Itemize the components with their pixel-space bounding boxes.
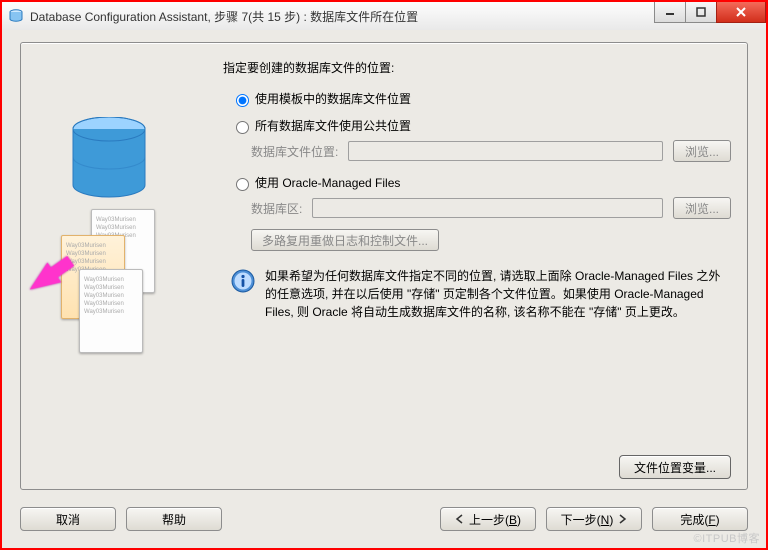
common-location-input[interactable] <box>348 141 663 161</box>
arrow-icon <box>23 263 61 300</box>
help-button[interactable]: 帮助 <box>126 507 222 531</box>
cancel-button[interactable]: 取消 <box>20 507 116 531</box>
radio-template-label: 使用模板中的数据库文件位置 <box>255 90 411 107</box>
omf-area-input[interactable] <box>312 198 663 218</box>
radio-template[interactable] <box>236 94 249 107</box>
wizard-nav: 取消 帮助 上一步(B) 下一步(N) 完成(F) <box>20 504 748 534</box>
common-browse-button[interactable]: 浏览... <box>673 140 731 162</box>
radio-common[interactable] <box>236 121 249 134</box>
omf-field-label: 数据库区: <box>251 200 302 217</box>
back-button[interactable]: 上一步(B) <box>440 507 536 531</box>
finish-button[interactable]: 完成(F) <box>652 507 748 531</box>
app-icon <box>8 8 24 24</box>
window-title: Database Configuration Assistant, 步骤 7(共… <box>30 8 418 25</box>
chevron-left-icon <box>455 514 465 524</box>
main-panel: Way03MurisenWay03MurisenWay03Murisen Way… <box>20 42 748 490</box>
page-heading: 指定要创建的数据库文件的位置: <box>223 59 731 76</box>
maximize-button[interactable] <box>685 2 717 23</box>
chevron-right-icon <box>617 514 627 524</box>
radio-omf-label: 使用 Oracle-Managed Files <box>255 174 400 191</box>
wizard-image: Way03MurisenWay03MurisenWay03Murisen Way… <box>33 99 183 439</box>
minimize-button[interactable] <box>654 2 686 23</box>
omf-browse-button[interactable]: 浏览... <box>673 197 731 219</box>
window-controls <box>655 2 766 22</box>
radio-omf[interactable] <box>236 178 249 191</box>
close-button[interactable] <box>716 2 766 23</box>
titlebar: Database Configuration Assistant, 步骤 7(共… <box>2 2 766 31</box>
radio-common-label: 所有数据库文件使用公共位置 <box>255 117 411 134</box>
info-icon <box>231 269 255 293</box>
file-location-variables-button[interactable]: 文件位置变量... <box>619 455 731 479</box>
multiplex-button[interactable]: 多路复用重做日志和控制文件... <box>251 229 439 251</box>
common-field-label: 数据库文件位置: <box>251 143 338 160</box>
info-text: 如果希望为任何数据库文件指定不同的位置, 请选取上面除 Oracle-Manag… <box>265 267 731 321</box>
next-button[interactable]: 下一步(N) <box>546 507 642 531</box>
